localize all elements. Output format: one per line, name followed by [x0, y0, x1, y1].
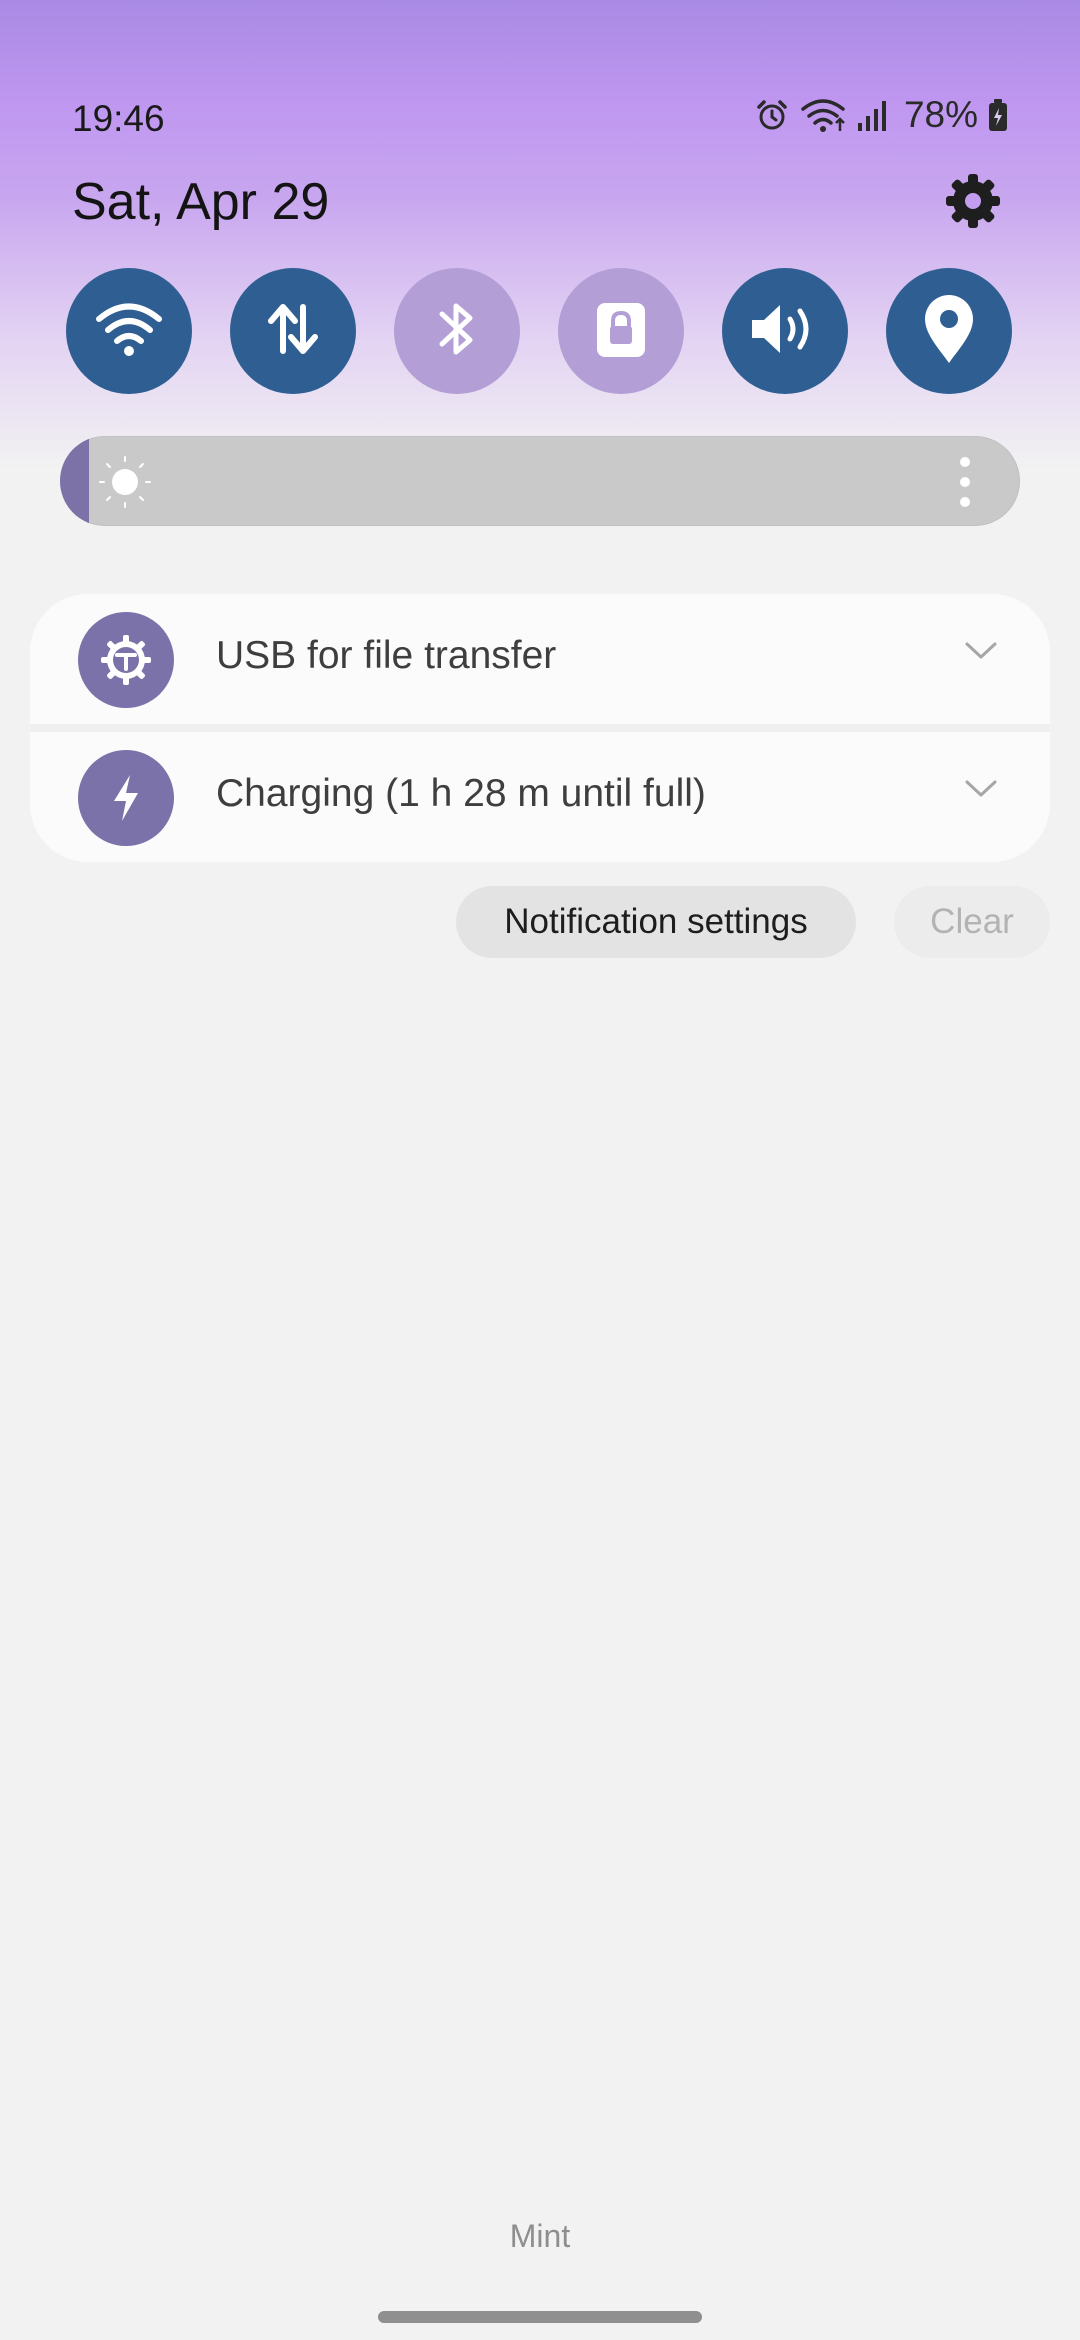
bluetooth-icon — [432, 296, 482, 367]
toggle-mobile-data[interactable] — [230, 268, 356, 394]
more-options-icon[interactable] — [958, 456, 972, 508]
alarm-icon — [754, 97, 790, 133]
chevron-down-icon[interactable] — [964, 640, 998, 662]
signal-icon — [856, 97, 890, 133]
date-label: Sat, Apr 29 — [72, 173, 330, 231]
panel-background — [0, 0, 1080, 470]
speaker-icon — [748, 299, 822, 364]
brightness-level — [60, 436, 89, 526]
battery-charging-icon — [988, 98, 1008, 132]
charging-bolt-icon — [78, 750, 174, 846]
notification-group: USB for file transfer Charging (1 h 28 m… — [30, 594, 1050, 862]
notification-usb[interactable]: USB for file transfer — [30, 594, 1050, 724]
lock-icon — [595, 299, 647, 364]
sun-icon — [98, 455, 152, 509]
home-indicator[interactable] — [378, 2311, 702, 2323]
notification-divider — [30, 724, 1050, 732]
toggle-wifi[interactable] — [66, 268, 192, 394]
wifi-icon — [800, 97, 846, 133]
carrier-label: Mint — [509, 2218, 571, 2254]
notification-charging[interactable]: Charging (1 h 28 m until full) — [30, 732, 1050, 862]
status-bar: 19:46 78% — [0, 90, 1080, 146]
chevron-down-icon[interactable] — [964, 778, 998, 800]
toggle-location[interactable] — [886, 268, 1012, 394]
status-clock: 19:46 — [72, 98, 165, 139]
clear-button[interactable]: Clear — [894, 886, 1050, 958]
status-icons: 78% — [754, 94, 1008, 136]
wifi-icon — [94, 299, 164, 364]
brightness-slider[interactable] — [60, 436, 1020, 526]
toggle-secure-folder[interactable] — [558, 268, 684, 394]
location-pin-icon — [921, 293, 977, 370]
toggle-bluetooth[interactable] — [394, 268, 520, 394]
notification-settings-button[interactable]: Notification settings — [456, 886, 856, 958]
notification-text: Charging (1 h 28 m until full) — [216, 772, 706, 815]
quick-toggles — [66, 268, 1012, 394]
notification-text: USB for file transfer — [216, 634, 557, 677]
data-arrows-icon — [263, 299, 323, 364]
toggle-sound[interactable] — [722, 268, 848, 394]
usb-settings-icon — [78, 612, 174, 708]
gear-icon[interactable] — [944, 172, 1002, 230]
battery-percent: 78% — [903, 94, 978, 135]
